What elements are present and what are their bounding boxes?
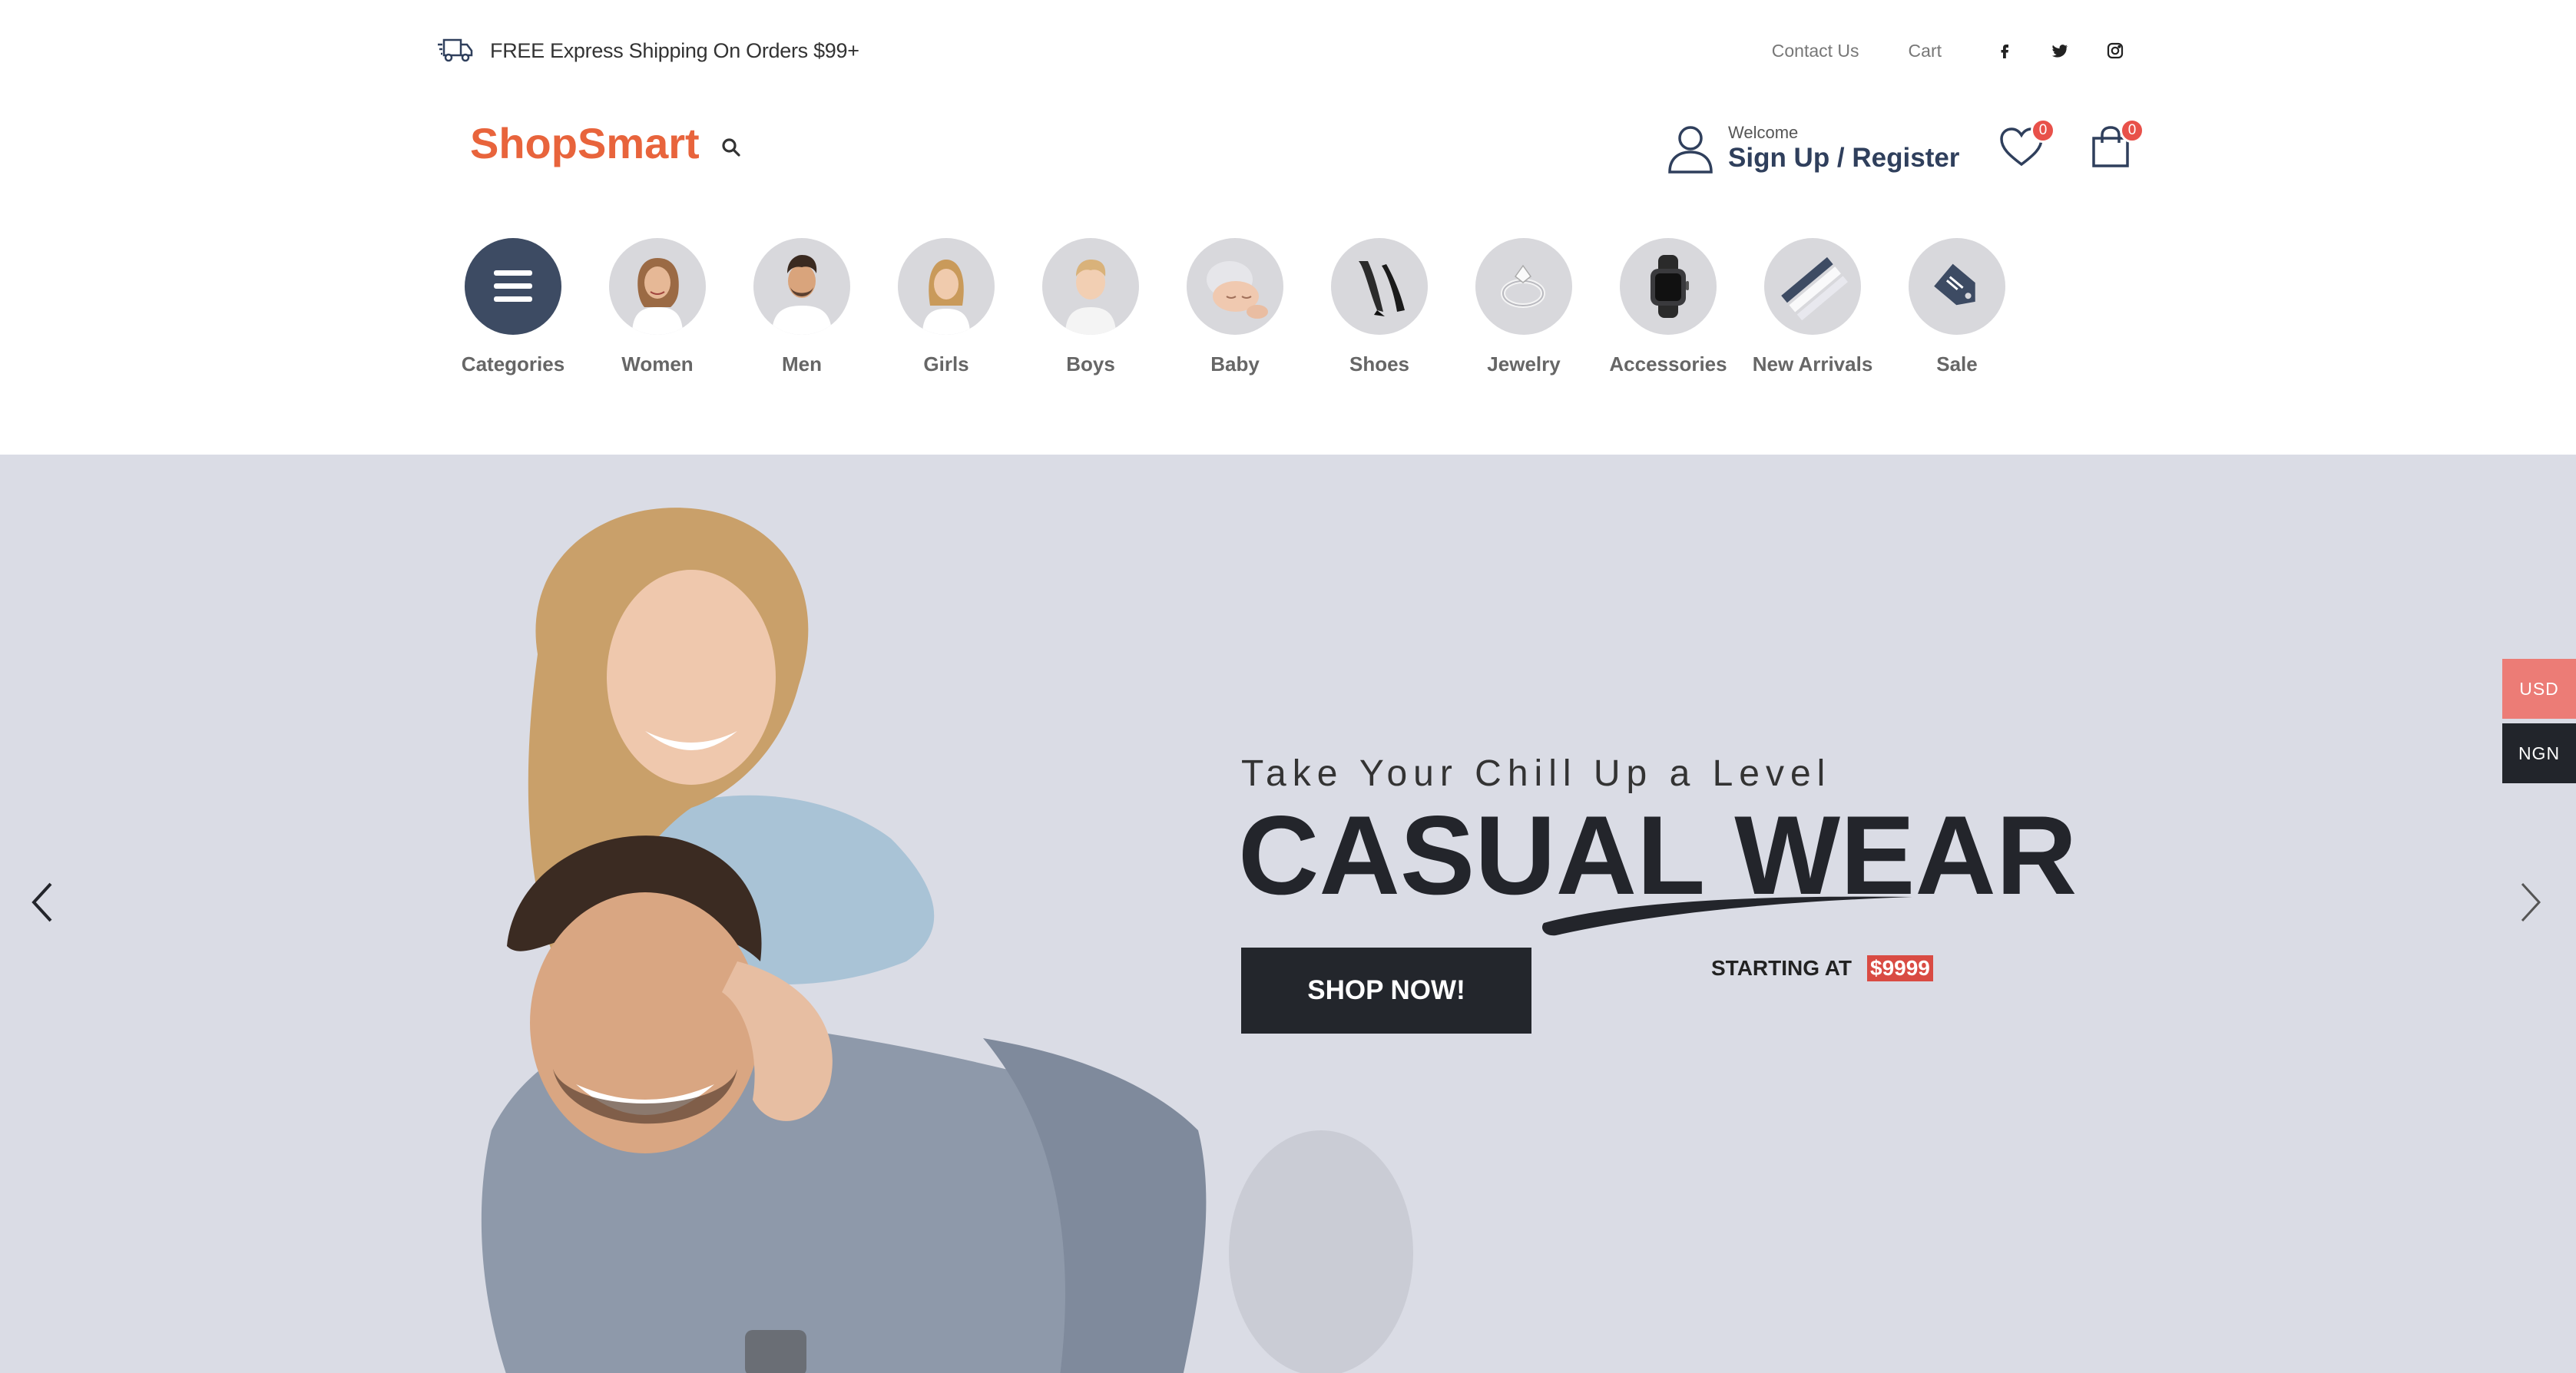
wishlist-count-badge: 0	[2031, 118, 2055, 143]
category-women[interactable]: Women	[585, 238, 730, 379]
category-label: Jewelry	[1487, 352, 1561, 376]
category-label: Girls	[923, 352, 969, 376]
facebook-icon[interactable]	[1991, 37, 2018, 65]
category-label: Baby	[1210, 352, 1260, 376]
account-text: Welcome Sign Up / Register	[1728, 123, 1959, 174]
top-links: Contact Us Cart	[1772, 34, 2129, 68]
brush-stroke-decoration	[1541, 896, 1912, 936]
hero-subtitle: Take Your Chill Up a Level	[1241, 753, 1832, 794]
carousel-next-button[interactable]	[2508, 869, 2554, 938]
chevron-right-icon	[2518, 879, 2545, 929]
starting-price: STARTING AT $9999	[1711, 955, 1933, 981]
cart-count-badge: 0	[2120, 118, 2144, 143]
category-shoes[interactable]: Shoes	[1307, 238, 1452, 379]
category-men[interactable]: Men	[730, 238, 874, 379]
category-categories[interactable]: Categories	[441, 238, 585, 379]
carousel-prev-button[interactable]	[18, 869, 65, 938]
contact-us-link[interactable]: Contact Us	[1772, 41, 1859, 61]
instagram-icon[interactable]	[2101, 37, 2129, 65]
category-label: Shoes	[1349, 352, 1410, 376]
delivery-truck-icon	[436, 34, 475, 68]
category-accessories[interactable]: Accessories	[1596, 238, 1740, 379]
category-sale[interactable]: Sale	[1885, 238, 2029, 379]
shopping-bag-icon	[2088, 126, 2134, 174]
men-photo	[753, 238, 850, 335]
wishlist-button[interactable]: 0	[1998, 118, 2055, 175]
women-photo	[609, 238, 706, 335]
shipping-text: FREE Express Shipping On Orders $99+	[490, 38, 859, 62]
account-signup[interactable]: Welcome Sign Up / Register	[1667, 123, 1959, 174]
category-strip: Categories Women Men Girls Boys Baby Sho…	[441, 238, 2029, 379]
welcome-label: Welcome	[1728, 123, 1799, 142]
category-label: Sale	[1936, 352, 1978, 376]
shop-now-button[interactable]: SHOP NOW!	[1241, 948, 1531, 1034]
category-label: New Arrivals	[1752, 352, 1873, 376]
hero-couple-image	[399, 501, 1475, 1373]
category-label: Boys	[1066, 352, 1115, 376]
category-new-arrivals[interactable]: New Arrivals	[1740, 238, 1885, 379]
heart-icon	[1998, 127, 2045, 174]
shipping-notice: FREE Express Shipping On Orders $99+	[436, 34, 859, 68]
top-bar: FREE Express Shipping On Orders $99+ Con…	[0, 0, 2576, 98]
category-girls[interactable]: Girls	[874, 238, 1018, 379]
girls-photo	[898, 238, 995, 335]
price-tag: $9999	[1867, 955, 1933, 981]
watch-photo	[1620, 238, 1717, 335]
currency-usd-button[interactable]: USD	[2502, 659, 2576, 719]
category-boys[interactable]: Boys	[1018, 238, 1163, 379]
currency-ngn-button[interactable]: NGN	[2502, 723, 2576, 783]
user-icon	[1667, 123, 1714, 174]
shopsmart-logo[interactable]: ShopSmart	[470, 118, 700, 168]
baby-photo	[1187, 238, 1283, 335]
search-icon[interactable]	[720, 137, 743, 160]
category-label: Men	[782, 352, 822, 376]
menu-icon	[465, 238, 561, 335]
shoe-photo	[1331, 238, 1428, 335]
chevron-left-icon	[28, 879, 55, 929]
cart-button[interactable]: 0	[2088, 118, 2144, 175]
category-label: Women	[621, 352, 694, 376]
cart-link[interactable]: Cart	[1909, 41, 1942, 61]
category-label: Categories	[461, 352, 565, 376]
ring-photo	[1475, 238, 1572, 335]
category-baby[interactable]: Baby	[1163, 238, 1307, 379]
category-jewelry[interactable]: Jewelry	[1452, 238, 1596, 379]
category-label: Accessories	[1609, 352, 1727, 376]
boys-photo	[1042, 238, 1139, 335]
hero-banner: Take Your Chill Up a Level CASUAL WEAR S…	[0, 455, 2576, 1373]
starting-at-label: STARTING AT	[1711, 956, 1853, 980]
twitter-icon[interactable]	[2046, 37, 2074, 65]
signup-register-link[interactable]: Sign Up / Register	[1728, 143, 1959, 174]
sale-tag-icon	[1909, 238, 2005, 335]
new-arrivals-photo	[1764, 238, 1861, 335]
